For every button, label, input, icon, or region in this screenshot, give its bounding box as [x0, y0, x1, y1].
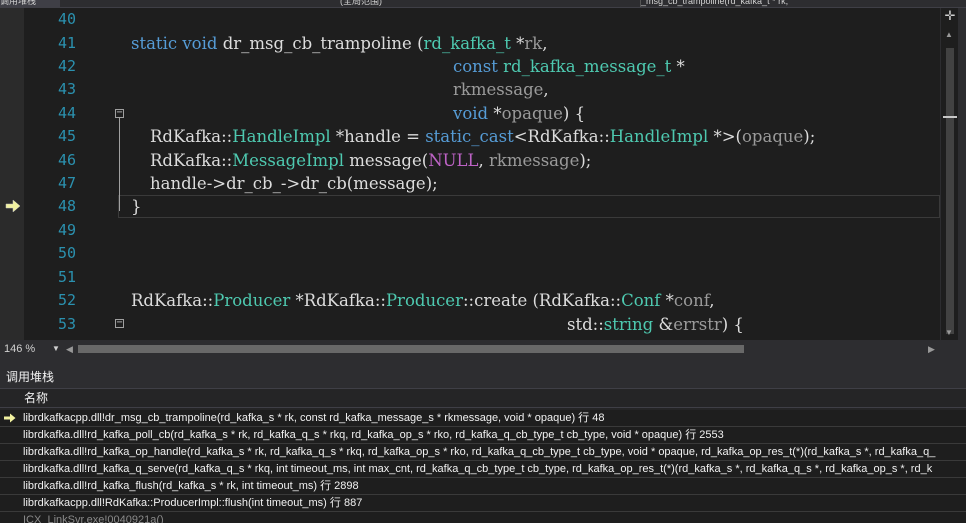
- stack-frame-text: librdkafka.dll!rd_kafka_flush(rd_kafka_s…: [23, 480, 359, 492]
- line-number: 44: [57, 104, 76, 122]
- code-line-46: RdKafka::MessageImpl message(NULL, rkmes…: [150, 151, 592, 170]
- panel-title-bar: 调用堆栈: [0, 366, 966, 389]
- caret-position-marker: [943, 116, 957, 118]
- code-line-42: const rd_kafka_message_t *: [453, 57, 685, 76]
- zoom-dropdown-icon[interactable]: ▼: [52, 342, 60, 356]
- line-number: 46: [57, 151, 76, 169]
- code-line-44: void *opaque) {: [453, 104, 586, 123]
- line-number: 48: [57, 197, 76, 215]
- stack-frame-row[interactable]: ICX_LinkSvr.exe!0040921a(): [0, 512, 966, 523]
- scope-dropdown[interactable]: (全局范围): [340, 0, 400, 7]
- line-number: 53: [57, 315, 76, 333]
- scroll-left-icon[interactable]: ◀: [66, 342, 73, 356]
- stack-frame-row[interactable]: librdkafka.dll!rd_kafka_flush(rd_kafka_s…: [0, 478, 966, 495]
- scroll-up-icon[interactable]: ▲: [945, 30, 953, 39]
- collapse-toggle[interactable]: −: [115, 318, 124, 328]
- column-header-name[interactable]: 名称: [0, 389, 966, 408]
- horizontal-scrollbar[interactable]: [78, 345, 924, 353]
- current-statement-arrow-icon: [5, 199, 21, 213]
- editor-status-bar: 146 % ▼ ◀ ▶: [0, 340, 966, 358]
- scroll-right-icon[interactable]: ▶: [928, 342, 935, 356]
- stack-frame-row[interactable]: librdkafka.dll!rd_kafka_q_serve(rd_kafka…: [0, 461, 966, 478]
- function-dropdown[interactable]: _msg_cb_trampoline(rd_kafka_t * rk,: [640, 0, 941, 7]
- column-header-label: 名称: [24, 391, 49, 405]
- right-edge-strip: [958, 8, 966, 340]
- stack-frame-text: librdkafka.dll!rd_kafka_op_handle(rd_kaf…: [23, 446, 936, 458]
- split-window-icon[interactable]: ✛: [944, 9, 956, 22]
- scroll-down-icon[interactable]: ▼: [945, 328, 953, 337]
- stack-frame-row[interactable]: librdkafka.dll!rd_kafka_poll_cb(rd_kafka…: [0, 427, 966, 444]
- indicator-margin[interactable]: [0, 8, 24, 340]
- code-editor[interactable]: 40 41 42 43 44 45 46 47 48 49 50 51 52 5…: [0, 8, 940, 340]
- stack-frame-row[interactable]: librdkafka.dll!rd_kafka_op_handle(rd_kaf…: [0, 444, 966, 461]
- tab-callstack[interactable]: 调用堆栈: [0, 0, 60, 7]
- code-line-41: static void dr_msg_cb_trampoline (rd_kaf…: [131, 34, 548, 53]
- scroll-thumb[interactable]: [946, 48, 954, 334]
- line-number: 47: [57, 174, 76, 192]
- document-tab-strip: 调用堆栈 (全局范围) _msg_cb_trampoline(rd_kafka_…: [0, 0, 966, 8]
- horizontal-scroll-thumb[interactable]: [78, 345, 744, 353]
- stack-frame-row[interactable]: librdkafkacpp.dll!RdKafka::ProducerImpl:…: [0, 495, 966, 512]
- line-number: 40: [57, 10, 76, 28]
- outline-guide: [119, 118, 120, 211]
- code-line-47: handle->dr_cb_->dr_cb(message);: [150, 174, 438, 193]
- code-line-45: RdKafka::HandleImpl *handle = static_cas…: [150, 127, 816, 146]
- line-number: 43: [57, 80, 76, 98]
- line-number: 42: [57, 57, 76, 75]
- zoom-level[interactable]: 146 %: [4, 342, 35, 356]
- stack-frame-text: ICX_LinkSvr.exe!0040921a(): [23, 514, 164, 523]
- line-number: 49: [57, 221, 76, 239]
- stack-frame-text: librdkafkacpp.dll!dr_msg_cb_trampoline(r…: [23, 412, 605, 424]
- stack-frame-row[interactable]: librdkafkacpp.dll!dr_msg_cb_trampoline(r…: [0, 410, 966, 427]
- line-number: 52: [57, 291, 76, 309]
- line-number: 41: [57, 34, 76, 52]
- line-number: 45: [57, 127, 76, 145]
- line-number: 50: [57, 244, 76, 262]
- current-frame-arrow-icon: [4, 413, 16, 423]
- code-line-48: }: [131, 197, 142, 216]
- line-number: 51: [57, 268, 76, 286]
- current-line-highlight: [118, 195, 940, 218]
- code-line-43: rkmessage,: [453, 80, 549, 99]
- code-line-52: RdKafka::Producer *RdKafka::Producer::cr…: [131, 291, 715, 310]
- stack-frame-text: librdkafka.dll!rd_kafka_q_serve(rd_kafka…: [23, 463, 933, 475]
- panel-title: 调用堆栈: [6, 370, 55, 384]
- panel-splitter[interactable]: [0, 358, 966, 366]
- collapse-toggle[interactable]: −: [115, 108, 124, 118]
- call-stack-panel: 调用堆栈 名称 librdkafkacpp.dll!dr_msg_cb_tram…: [0, 358, 966, 523]
- stack-frame-text: librdkafka.dll!rd_kafka_poll_cb(rd_kafka…: [23, 429, 724, 441]
- editor-vertical-scrollbar[interactable]: ✛ ▲ ▼: [940, 8, 959, 340]
- code-line-53: std::string &errstr) {: [567, 315, 744, 334]
- stack-frame-text: librdkafkacpp.dll!RdKafka::ProducerImpl:…: [23, 497, 363, 509]
